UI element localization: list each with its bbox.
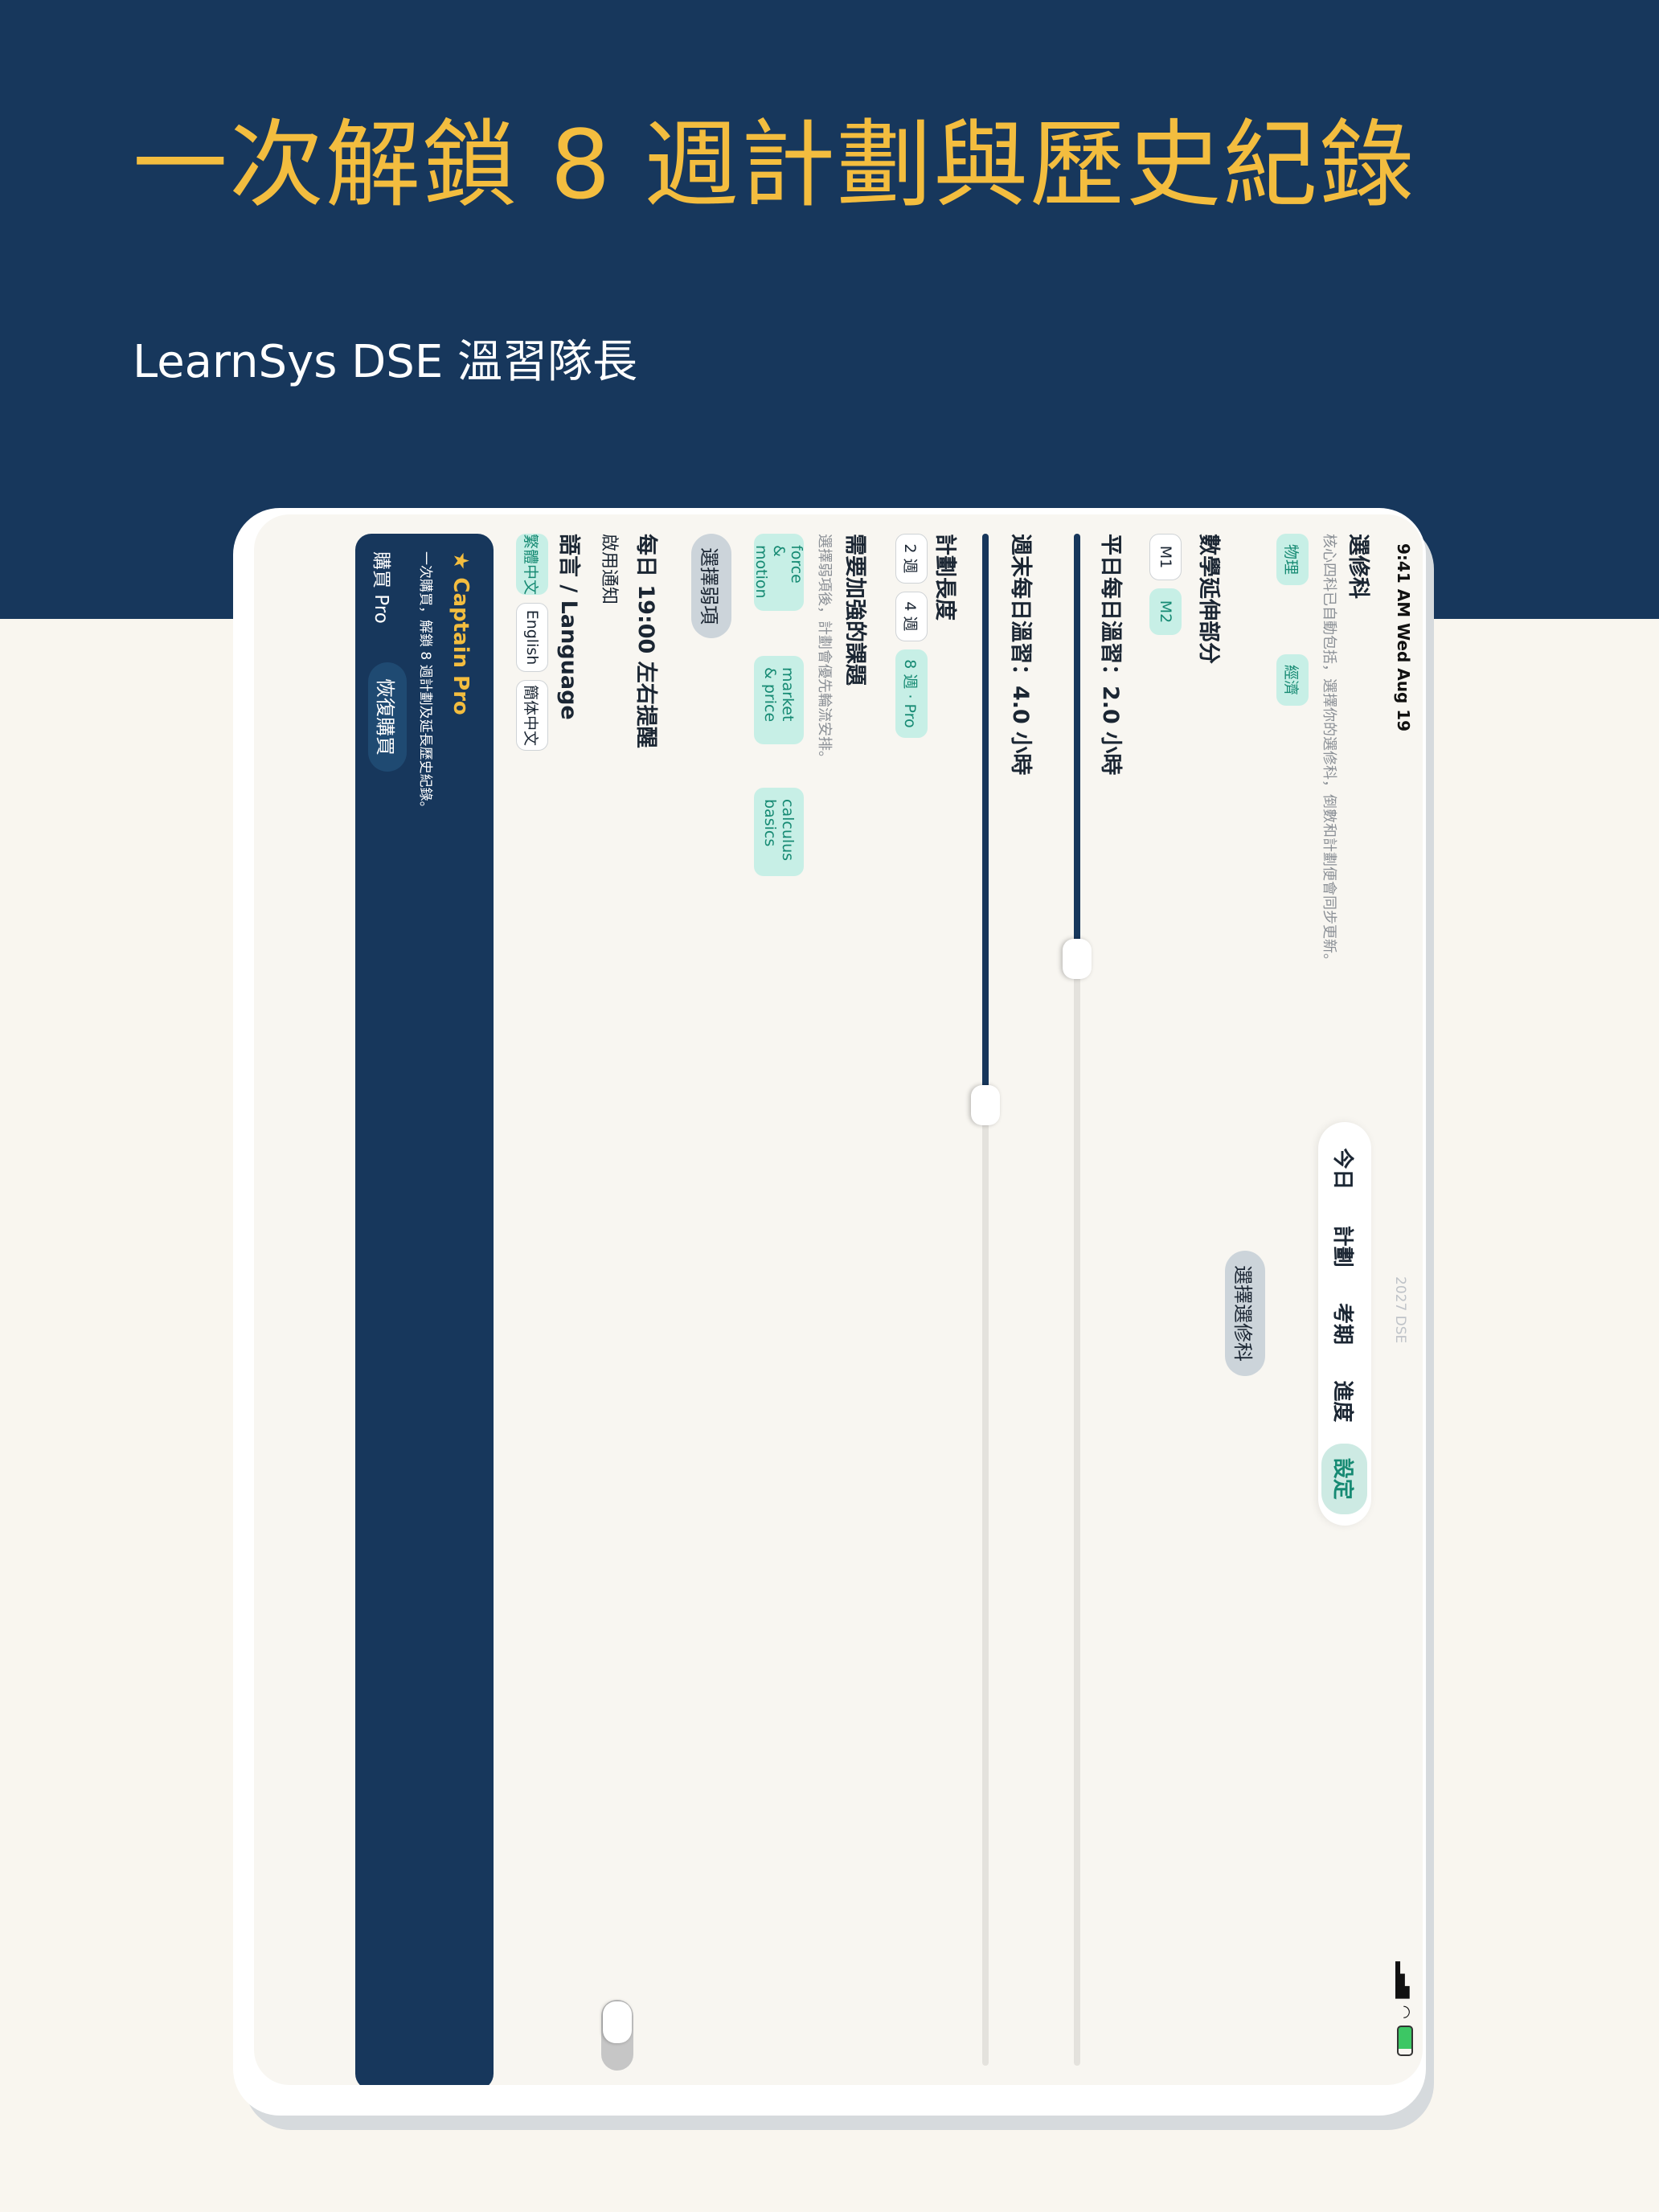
- weekday-hours-label: 平日每日溫習：2.0 小時: [1098, 534, 1123, 776]
- notification-label: 啟用通知: [599, 534, 619, 605]
- language-option-traditional-chinese[interactable]: 繁體中文: [516, 534, 548, 595]
- weak-topics-note: 選擇弱項後，計劃會優先輪流安排。: [816, 534, 833, 765]
- status-time: 9:41 AM Wed Aug 19: [1394, 543, 1413, 732]
- reminder-title: 每日 19:00 左右提醒: [633, 534, 658, 748]
- language-title: 語言 / Language: [556, 534, 581, 720]
- settings-screen: 9:41 AM Wed Aug 19 2027 DSE ▂▄▆ ◠ 今日 計劃 …: [254, 514, 1423, 2085]
- weak-topic-force-motion[interactable]: force & motion: [752, 534, 805, 611]
- battery-icon: [1397, 2026, 1413, 2056]
- language-option-simplified-chinese[interactable]: 簡体中文: [516, 680, 548, 751]
- app-subtitle: LearnSys DSE 溫習隊長: [133, 336, 638, 388]
- pro-upgrade-card: ★ Captain Pro 一次購買，解鎖 8 週計劃及延長歷史紀錄。 購買 P…: [355, 534, 494, 2085]
- weekday-slider-fill: [1074, 534, 1080, 958]
- status-icons: ▂▄▆ ◠: [1395, 1961, 1415, 2056]
- tab-plan[interactable]: 計劃: [1322, 1211, 1368, 1282]
- language-option-english[interactable]: English: [516, 603, 548, 672]
- headline: 一次解鎖 8 週計劃與歷史紀錄: [133, 109, 1416, 220]
- tab-exam-period[interactable]: 考期: [1322, 1288, 1368, 1359]
- plan-option-2-weeks[interactable]: 2 週: [895, 534, 928, 584]
- math-option-m1[interactable]: M1: [1149, 534, 1182, 580]
- weekend-slider[interactable]: [982, 534, 989, 2066]
- weak-topics-title: 需要加強的課題: [842, 534, 867, 686]
- math-option-m2[interactable]: M2: [1149, 588, 1182, 635]
- weekend-slider-thumb[interactable]: [971, 1085, 1000, 1125]
- tab-settings[interactable]: 設定: [1321, 1443, 1368, 1514]
- weak-topic-calculus-basics[interactable]: calculus basics: [754, 788, 804, 876]
- notification-toggle[interactable]: [601, 2000, 633, 2071]
- choose-weak-topics-button[interactable]: 選擇弱項: [691, 534, 731, 638]
- weekday-slider[interactable]: [1074, 534, 1080, 2066]
- electives-note: 核心四科已自動包括，選擇你的選修科，倒數和計劃便會同步更新。: [1321, 534, 1337, 968]
- elective-chip-economics[interactable]: 經濟: [1276, 654, 1309, 706]
- pro-description: 一次購買，解鎖 8 週計劃及延長歷史紀錄。: [417, 551, 433, 815]
- weekday-slider-thumb[interactable]: [1063, 939, 1092, 979]
- buy-pro-button[interactable]: 購買 Pro: [370, 551, 397, 624]
- elective-chip-physics[interactable]: 物理: [1276, 534, 1309, 585]
- notification-toggle-knob: [603, 2001, 632, 2043]
- weak-topic-market-price[interactable]: market & price: [754, 656, 804, 744]
- weekend-hours-label: 週末每日溫習：4.0 小時: [1008, 534, 1033, 776]
- signal-icon: ▂▄▆: [1395, 1961, 1415, 1999]
- restore-purchase-button[interactable]: 恢復購買: [368, 662, 407, 772]
- plan-option-4-weeks[interactable]: 4 週: [895, 592, 928, 641]
- math-extension-title: 數學延伸部分: [1196, 534, 1221, 664]
- pro-title: ★ Captain Pro: [449, 551, 473, 715]
- electives-title: 選修科: [1346, 534, 1370, 599]
- plan-option-8-weeks-pro[interactable]: 8 週 · Pro: [895, 649, 928, 738]
- tab-today[interactable]: 今日: [1322, 1133, 1368, 1204]
- status-bar: 9:41 AM Wed Aug 19 2027 DSE ▂▄▆ ◠: [1386, 514, 1423, 2085]
- tab-progress[interactable]: 進度: [1322, 1366, 1368, 1436]
- wifi-icon: ◠: [1395, 2005, 1415, 2019]
- weekend-slider-fill: [982, 534, 989, 1106]
- tab-bar: 今日 計劃 考期 進度 設定: [1318, 1122, 1371, 1526]
- exam-year-label: 2027 DSE: [1392, 1276, 1408, 1344]
- plan-length-title: 計劃長度: [932, 534, 957, 621]
- choose-electives-button[interactable]: 選擇選修科: [1225, 1251, 1265, 1376]
